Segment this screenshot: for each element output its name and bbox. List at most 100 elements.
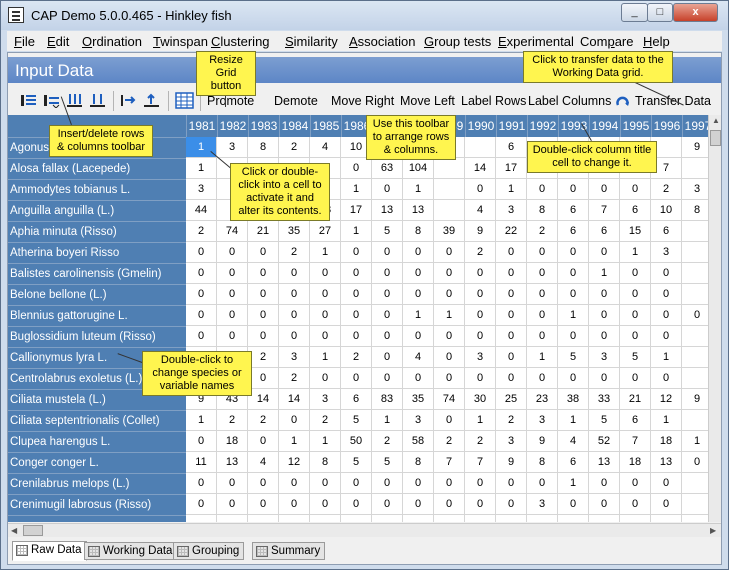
grid-cell[interactable]: 0	[589, 494, 620, 515]
column-header[interactable]: 1992	[527, 115, 558, 137]
menu-help[interactable]: Help	[643, 34, 670, 49]
grid-cell[interactable]: 6	[341, 389, 372, 410]
row-header[interactable]: Anguilla anguilla (L.)	[8, 200, 186, 221]
tab-summary[interactable]: Summary	[252, 542, 326, 560]
grid-cell[interactable]	[682, 515, 708, 522]
demote-button[interactable]: Demote	[274, 94, 318, 108]
grid-cell[interactable]: 0	[217, 473, 248, 494]
grid-cell[interactable]: 0	[310, 326, 341, 347]
grid-cell[interactable]: 0	[465, 473, 496, 494]
grid-cell[interactable]: 0	[496, 494, 527, 515]
grid-cell[interactable]: 18	[217, 431, 248, 452]
menu-twinspan[interactable]: Twinspan	[153, 34, 208, 49]
grid-cell[interactable]: 0	[465, 494, 496, 515]
grid-cell[interactable]	[527, 515, 558, 522]
insert-row-icon[interactable]	[20, 93, 37, 108]
grid-cell[interactable]: 0	[589, 473, 620, 494]
grid-cell[interactable]: 0	[589, 179, 620, 200]
grid-cell[interactable]: 1	[496, 179, 527, 200]
column-header[interactable]: 1982	[217, 115, 248, 137]
grid-cell[interactable]: 0	[186, 263, 217, 284]
delete-column-icon[interactable]	[89, 93, 106, 108]
grid-cell[interactable]: 3	[186, 179, 217, 200]
grid-cell[interactable]: 33	[589, 389, 620, 410]
grid-cell[interactable]: 35	[403, 389, 434, 410]
grid-cell[interactable]: 0	[341, 242, 372, 263]
grid-cell[interactable]: 30	[465, 389, 496, 410]
grid-cell[interactable]: 4	[403, 347, 434, 368]
grid-cell[interactable]	[186, 515, 217, 522]
grid-cell[interactable]	[682, 158, 708, 179]
grid-cell[interactable]: 0	[341, 158, 372, 179]
grid-cell[interactable]	[465, 137, 496, 158]
grid-cell[interactable]: 6	[558, 200, 589, 221]
grid-cell[interactable]: 2	[496, 410, 527, 431]
grid-cell[interactable]: 0	[217, 494, 248, 515]
grid-cell[interactable]: 0	[682, 452, 708, 473]
grid-cell[interactable]: 3	[279, 347, 310, 368]
grid-cell[interactable]: 0	[403, 263, 434, 284]
grid-cell[interactable]: 6	[558, 452, 589, 473]
grid-cell[interactable]: 2	[310, 410, 341, 431]
grid-cell[interactable]: 9	[682, 389, 708, 410]
grid-cell[interactable]: 1	[310, 431, 341, 452]
grid-cell[interactable]: 0	[527, 473, 558, 494]
grid-cell[interactable]	[558, 515, 589, 522]
close-button[interactable]: x	[673, 3, 718, 22]
grid-cell[interactable]: 0	[527, 284, 558, 305]
grid-cell[interactable]: 0	[279, 263, 310, 284]
grid-cell[interactable]: 5	[341, 410, 372, 431]
grid-cell[interactable]: 0	[403, 326, 434, 347]
vertical-scrollbar[interactable]: ▲	[708, 115, 721, 522]
grid-cell[interactable]: 0	[589, 305, 620, 326]
grid-cell[interactable]: 0	[558, 263, 589, 284]
column-header[interactable]: 1983	[248, 115, 279, 137]
grid-cell[interactable]: 0	[589, 284, 620, 305]
grid-cell[interactable]: 44	[186, 200, 217, 221]
grid-cell[interactable]: 13	[403, 200, 434, 221]
grid-cell[interactable]: 0	[186, 431, 217, 452]
grid-cell[interactable]	[682, 242, 708, 263]
grid-cell[interactable]: 0	[465, 305, 496, 326]
grid-cell[interactable]: 0	[279, 473, 310, 494]
grid-cell[interactable]: 38	[558, 389, 589, 410]
grid-cell[interactable]	[682, 410, 708, 431]
grid-cell[interactable]: 13	[372, 200, 403, 221]
grid-cell[interactable]: 12	[279, 452, 310, 473]
grid-cell[interactable]: 52	[589, 431, 620, 452]
insert-column-icon[interactable]	[66, 93, 83, 108]
grid-cell[interactable]: 1	[651, 410, 682, 431]
menu-compare[interactable]: Compare	[580, 34, 633, 49]
grid-cell[interactable]: 0	[434, 284, 465, 305]
grid-cell[interactable]: 0	[558, 284, 589, 305]
grid-cell[interactable]: 1	[589, 263, 620, 284]
grid-cell[interactable]: 2	[248, 410, 279, 431]
grid-cell[interactable]: 0	[620, 179, 651, 200]
grid-cell[interactable]: 0	[341, 263, 372, 284]
grid-cell[interactable]: 0	[465, 284, 496, 305]
grid-cell[interactable]: 1	[434, 305, 465, 326]
grid-cell[interactable]: 6	[651, 221, 682, 242]
grid-cell[interactable]: 74	[434, 389, 465, 410]
grid-cell[interactable]: 3	[217, 137, 248, 158]
grid-cell[interactable]	[496, 515, 527, 522]
grid-cell[interactable]: 23	[527, 389, 558, 410]
grid-cell[interactable]: 0	[651, 284, 682, 305]
grid-cell[interactable]: 2	[248, 347, 279, 368]
grid-cell[interactable]: 0	[310, 368, 341, 389]
grid-cell[interactable]: 104	[403, 158, 434, 179]
grid-cell[interactable]: 0	[651, 305, 682, 326]
grid-cell[interactable]: 0	[496, 284, 527, 305]
grid-cell[interactable]: 10	[651, 200, 682, 221]
tab-grouping[interactable]: Grouping	[173, 542, 245, 560]
grid-cell[interactable]: 2	[372, 431, 403, 452]
column-header[interactable]: 1994	[589, 115, 620, 137]
grid-cell[interactable]: 83	[372, 389, 403, 410]
menu-experimental[interactable]: Experimental	[498, 34, 574, 49]
grid-cell[interactable]: 0	[558, 494, 589, 515]
grid-cell[interactable]	[217, 515, 248, 522]
grid-cell[interactable]: 0	[620, 473, 651, 494]
scroll-up-icon[interactable]: ▲	[712, 116, 720, 125]
column-header[interactable]: 1985	[310, 115, 341, 137]
grid-cell[interactable]: 3	[527, 494, 558, 515]
